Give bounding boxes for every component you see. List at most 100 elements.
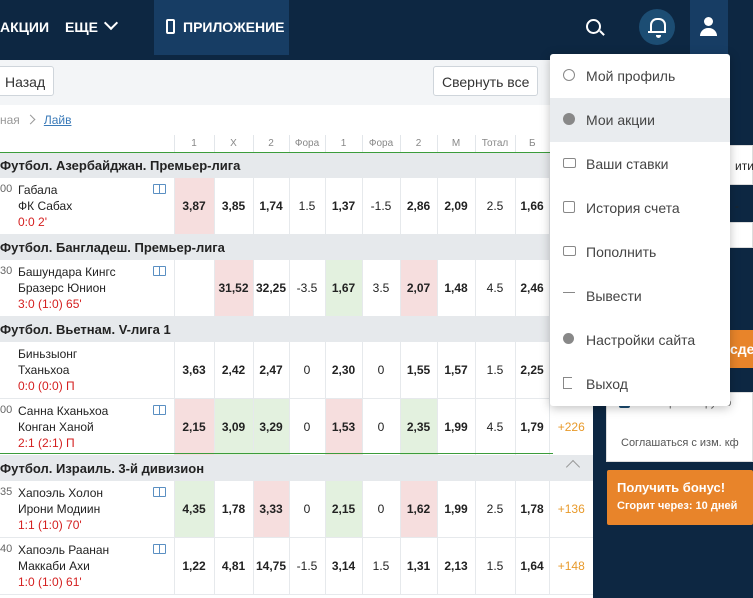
match-row[interactable]: 30 Башундара Кингс Бразерс Юнион 3:0 (1:… bbox=[0, 260, 593, 317]
league-row[interactable]: Футбол. Азербайджан. Премьер-лига bbox=[0, 152, 593, 178]
odd-cell[interactable]: 31,52 bbox=[213, 260, 253, 317]
account-button[interactable] bbox=[690, 0, 728, 55]
notifications-button[interactable] bbox=[639, 9, 675, 45]
menu-item-my-promotions[interactable]: Мои акции bbox=[550, 98, 730, 142]
odd-cell[interactable]: 4,81 bbox=[213, 537, 253, 595]
odd-cell[interactable]: 2,15 bbox=[173, 398, 214, 456]
menu-item-profile[interactable]: Мой профиль bbox=[550, 54, 730, 98]
odd-cell[interactable]: 2,35 bbox=[399, 398, 437, 456]
match-info[interactable]: Санна Кханьхоа Конган Ханой 2:1 (2:1) П bbox=[18, 398, 174, 456]
stats-icon[interactable] bbox=[152, 405, 166, 415]
stats-icon[interactable] bbox=[152, 487, 166, 497]
odd-cell[interactable]: 2,42 bbox=[213, 342, 253, 399]
match-row[interactable]: 35 Хапоэль Холон Ирони Модиин 1:1 (1:0) … bbox=[0, 481, 593, 538]
handicap-value: 1.5 bbox=[288, 178, 325, 235]
menu-item-logout[interactable]: Выход bbox=[550, 362, 730, 406]
odd-cell[interactable]: 2,13 bbox=[436, 537, 475, 595]
menu-item-deposit[interactable]: Пополнить bbox=[550, 230, 730, 274]
table-header-row: 1 X 2 Фора 1 Фора 2 М Тотал Б bbox=[0, 135, 593, 153]
odd-cell[interactable]: 1,57 bbox=[436, 342, 475, 399]
odd-cell[interactable]: 2,07 bbox=[399, 260, 437, 317]
odd-cell[interactable]: 1,67 bbox=[324, 260, 362, 317]
odd-cell[interactable]: 3,87 bbox=[173, 178, 214, 235]
odd-cell[interactable]: 2,09 bbox=[436, 178, 475, 235]
match-time: 40 bbox=[0, 537, 18, 595]
place-bet-button[interactable]: сде bbox=[730, 330, 753, 368]
odd-cell[interactable]: 1,78 bbox=[213, 481, 253, 538]
breadcrumb-live[interactable]: Лайв bbox=[44, 113, 72, 127]
league-row[interactable]: Футбол. Вьетнам. V-лига 1 bbox=[0, 316, 593, 342]
menu-item-label: История счета bbox=[586, 200, 680, 216]
odd-cell[interactable]: 1,37 bbox=[324, 178, 362, 235]
breadcrumb-home[interactable]: ная bbox=[0, 113, 20, 127]
match-info[interactable]: Биньзыонг Тханьхоа 0:0 (0:0) П bbox=[18, 342, 174, 399]
odd-cell[interactable]: 1,53 bbox=[324, 398, 362, 456]
odd-cell[interactable]: 2,25 bbox=[514, 342, 549, 399]
match-info[interactable]: Хапоэль Холон Ирони Модиин 1:1 (1:0) 70' bbox=[18, 481, 174, 538]
handicap-value: 0 bbox=[361, 481, 400, 538]
odd-cell[interactable]: 1,79 bbox=[514, 398, 549, 456]
odd-cell[interactable]: 3,14 bbox=[324, 537, 362, 595]
more-bets-count[interactable]: +136 bbox=[548, 481, 593, 538]
odd-cell[interactable]: 2,86 bbox=[399, 178, 437, 235]
odd-cell[interactable]: 32,25 bbox=[252, 260, 289, 317]
stats-icon[interactable] bbox=[152, 544, 166, 554]
menu-item-label: Мой профиль bbox=[586, 68, 676, 84]
handicap-value: 1.5 bbox=[361, 537, 400, 595]
odd-cell[interactable]: 1,99 bbox=[436, 398, 475, 456]
odd-cell[interactable]: 2,46 bbox=[514, 260, 549, 317]
more-bets-count[interactable]: +148 bbox=[548, 537, 593, 595]
odd-cell[interactable]: 2,30 bbox=[324, 342, 362, 399]
team1-name: Башундара Кингс bbox=[18, 265, 116, 279]
bonus-expiry: Сгорит через: 10 дней bbox=[617, 500, 738, 512]
odd-cell[interactable]: 3,09 bbox=[213, 398, 253, 456]
column-header: 2 bbox=[399, 135, 437, 153]
odd-cell[interactable]: 1,62 bbox=[399, 481, 437, 538]
odd-cell[interactable]: 3,29 bbox=[252, 398, 289, 456]
odd-cell[interactable]: 1,48 bbox=[436, 260, 475, 317]
agree-changes-label[interactable]: Соглашаться с изм. кф bbox=[621, 437, 739, 449]
search-icon[interactable] bbox=[586, 19, 601, 34]
match-row[interactable]: 00 Санна Кханьхоа Конган Ханой 2:1 (2:1)… bbox=[0, 398, 593, 456]
league-row[interactable]: Футбол. Бангладеш. Премьер-лига bbox=[0, 234, 593, 260]
nav-app-button[interactable]: ПРИЛОЖЕНИЕ bbox=[154, 0, 289, 55]
bonus-banner[interactable]: Получить бонус! Сгорит через: 10 дней bbox=[607, 470, 753, 525]
menu-item-withdraw[interactable]: Вывести bbox=[550, 274, 730, 318]
stats-icon[interactable] bbox=[152, 184, 166, 194]
menu-item-my-bets[interactable]: Ваши ставки bbox=[550, 142, 730, 186]
odd-cell[interactable]: 1,31 bbox=[399, 537, 437, 595]
match-info[interactable]: Габала ФК Сабах 0:0 2' bbox=[18, 178, 174, 235]
odd-cell[interactable]: 2,47 bbox=[252, 342, 289, 399]
chevron-right-icon bbox=[25, 114, 36, 125]
odd-cell[interactable]: 1,55 bbox=[399, 342, 437, 399]
odd-cell[interactable]: 14,75 bbox=[252, 537, 289, 595]
odd-cell[interactable]: 1,22 bbox=[173, 537, 214, 595]
odd-cell[interactable]: 4,35 bbox=[173, 481, 214, 538]
odd-cell[interactable] bbox=[173, 260, 214, 317]
card-icon bbox=[563, 246, 576, 256]
odd-cell[interactable]: 2,15 bbox=[324, 481, 362, 538]
more-bets-count[interactable]: +226 bbox=[548, 398, 593, 456]
league-row[interactable]: Футбол. Израиль. 3-й дивизион bbox=[0, 455, 593, 481]
match-info[interactable]: Башундара Кингс Бразерс Юнион 3:0 (1:0) … bbox=[18, 260, 174, 317]
odd-cell[interactable]: 1,99 bbox=[436, 481, 475, 538]
menu-item-account-history[interactable]: История счета bbox=[550, 186, 730, 230]
collapse-all-button[interactable]: Свернуть все bbox=[433, 66, 539, 96]
nav-more[interactable]: ЕЩЕ bbox=[65, 0, 119, 55]
back-button[interactable]: Назад bbox=[0, 66, 55, 96]
match-row[interactable]: 00 Габала ФК Сабах 0:0 2' 3,87 3,85 1,74… bbox=[0, 178, 593, 235]
odd-cell[interactable]: 1,64 bbox=[514, 537, 549, 595]
match-row[interactable]: 40 Хапоэль Раанан Маккаби Ахи 1:0 (1:0) … bbox=[0, 537, 593, 595]
header-spacer bbox=[0, 135, 18, 153]
odd-cell[interactable]: 1,78 bbox=[514, 481, 549, 538]
odd-cell[interactable]: 1,66 bbox=[514, 178, 549, 235]
match-info[interactable]: Хапоэль Раанан Маккаби Ахи 1:0 (1:0) 61' bbox=[18, 537, 174, 595]
stats-icon[interactable] bbox=[152, 266, 166, 276]
odd-cell[interactable]: 1,74 bbox=[252, 178, 289, 235]
odd-cell[interactable]: 3,33 bbox=[252, 481, 289, 538]
odd-cell[interactable]: 3,63 bbox=[173, 342, 214, 399]
nav-promotions[interactable]: АКЦИИ bbox=[0, 0, 49, 55]
odd-cell[interactable]: 3,85 bbox=[213, 178, 253, 235]
menu-item-site-settings[interactable]: Настройки сайта bbox=[550, 318, 730, 362]
match-row[interactable]: Биньзыонг Тханьхоа 0:0 (0:0) П 3,63 2,42… bbox=[0, 342, 593, 399]
